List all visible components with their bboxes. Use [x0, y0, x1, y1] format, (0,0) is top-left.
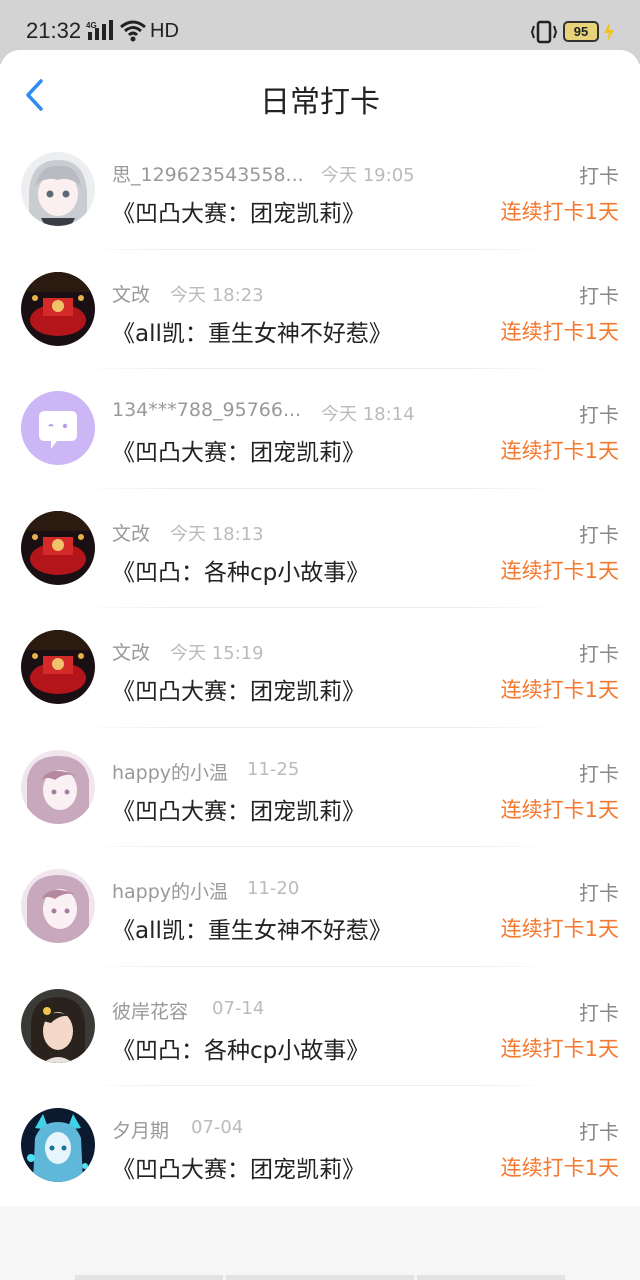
wifi-icon	[120, 20, 146, 42]
book-title[interactable]: 《all凯：重生女神不好惹》	[112, 314, 392, 348]
checkin-time: 07-14	[212, 997, 265, 1019]
signal-4g-icon: 4G	[86, 20, 113, 40]
streak-label: 连续打卡1天	[500, 200, 619, 224]
list-item[interactable]: 彼岸花容 07-14 《凹凸：各种cp小故事》 打卡 连续打卡1天	[0, 967, 640, 1086]
checkin-time: 11-20	[247, 878, 300, 899]
battery-indicator: 95	[563, 21, 599, 42]
charging-bolt-icon	[604, 22, 614, 42]
book-title[interactable]: 《凹凸大赛：团宠凯莉》	[112, 1150, 365, 1184]
username: 文改	[112, 642, 151, 664]
book-title[interactable]: 《凹凸大赛：团宠凯莉》	[112, 433, 365, 467]
streak-label: 连续打卡1天	[500, 1156, 619, 1180]
list-item[interactable]: happy的小温 11-20 《all凯：重生女神不好惹》 打卡 连续打卡1天	[0, 847, 640, 967]
checkin-time: 今天 18:23	[170, 284, 264, 306]
checkin-label: 打卡	[579, 1120, 619, 1144]
username: 文改	[112, 283, 151, 306]
avatar[interactable]	[21, 510, 95, 585]
checkin-time: 11-25	[247, 758, 300, 780]
avatar[interactable]	[21, 869, 95, 943]
book-title[interactable]: 《凹凸大赛：团宠凯莉》	[112, 672, 365, 706]
list-item[interactable]: 134***788_95766... 今天 18:14 《凹凸大赛：团宠凯莉》 …	[0, 369, 640, 489]
username: happy的小温	[112, 881, 229, 903]
list-item[interactable]: 文改 今天 18:23 《all凯：重生女神不好惹》 打卡 连续打卡1天	[0, 250, 640, 369]
status-time: 21:32	[26, 18, 82, 43]
checkin-time: 今天 19:05	[321, 165, 415, 186]
streak-label: 连续打卡1天	[500, 1036, 619, 1061]
streak-label: 连续打卡1天	[500, 319, 619, 344]
checkin-list: 思_129623543558... 今天 19:05 《凹凸大赛：团宠凯莉》 打…	[0, 130, 640, 1206]
avatar[interactable]	[21, 988, 95, 1063]
username: 夕月期	[112, 1120, 170, 1142]
bottom-tab-indicator	[75, 1275, 223, 1280]
checkin-label: 打卡	[579, 522, 619, 547]
avatar[interactable]	[21, 630, 95, 704]
streak-label: 连续打卡1天	[500, 797, 619, 822]
avatar[interactable]	[21, 1108, 95, 1182]
checkin-time: 今天 18:13	[170, 523, 264, 545]
book-title[interactable]: 《凹凸大赛：团宠凯莉》	[112, 194, 365, 228]
list-item[interactable]: 文改 今天 18:13 《凹凸：各种cp小故事》 打卡 连续打卡1天	[0, 489, 640, 608]
checkin-label: 打卡	[579, 642, 619, 666]
nav-bar: 日常打卡	[0, 50, 640, 130]
streak-label: 连续打卡1天	[500, 558, 619, 583]
list-item[interactable]: 文改 今天 15:19 《凹凸大赛：团宠凯莉》 打卡 连续打卡1天	[0, 608, 640, 728]
avatar[interactable]	[21, 271, 95, 346]
checkin-time: 今天 18:14	[321, 404, 415, 425]
checkin-label: 打卡	[579, 164, 619, 188]
checkin-time: 07-04	[191, 1117, 244, 1138]
username: 134***788_95766...	[112, 399, 302, 421]
avatar[interactable]	[21, 749, 95, 824]
hd-indicator: HD	[150, 20, 179, 42]
username: happy的小温	[112, 761, 229, 784]
avatar[interactable]	[21, 152, 95, 226]
checkin-time: 今天 15:19	[170, 643, 264, 664]
checkin-label: 打卡	[579, 761, 619, 786]
list-item[interactable]: happy的小温 11-25 《凹凸大赛：团宠凯莉》 打卡 连续打卡1天	[0, 728, 640, 847]
vibrate-icon	[530, 20, 558, 44]
streak-label: 连续打卡1天	[500, 917, 619, 941]
list-item[interactable]: 思_129623543558... 今天 19:05 《凹凸大赛：团宠凯莉》 打…	[0, 130, 640, 250]
streak-label: 连续打卡1天	[500, 678, 619, 702]
checkin-label: 打卡	[579, 881, 619, 905]
bottom-tab-indicator	[417, 1275, 565, 1280]
book-title[interactable]: 《凹凸：各种cp小故事》	[112, 553, 369, 587]
checkin-label: 打卡	[579, 283, 619, 308]
username: 彼岸花容	[112, 1000, 189, 1023]
bottom-tab-indicator	[226, 1275, 414, 1280]
book-title[interactable]: 《all凯：重生女神不好惹》	[112, 911, 392, 945]
list-item[interactable]: 夕月期 07-04 《凹凸大赛：团宠凯莉》 打卡 连续打卡1天	[0, 1086, 640, 1206]
book-title[interactable]: 《凹凸：各种cp小故事》	[112, 1031, 369, 1065]
checkin-label: 打卡	[579, 1000, 619, 1025]
streak-label: 连续打卡1天	[500, 439, 619, 463]
username: 思_129623543558...	[112, 164, 304, 186]
avatar[interactable]	[21, 391, 95, 465]
page-title: 日常打卡	[260, 85, 380, 120]
checkin-label: 打卡	[579, 403, 619, 427]
book-title[interactable]: 《凹凸大赛：团宠凯莉》	[112, 792, 365, 826]
username: 文改	[112, 522, 151, 545]
